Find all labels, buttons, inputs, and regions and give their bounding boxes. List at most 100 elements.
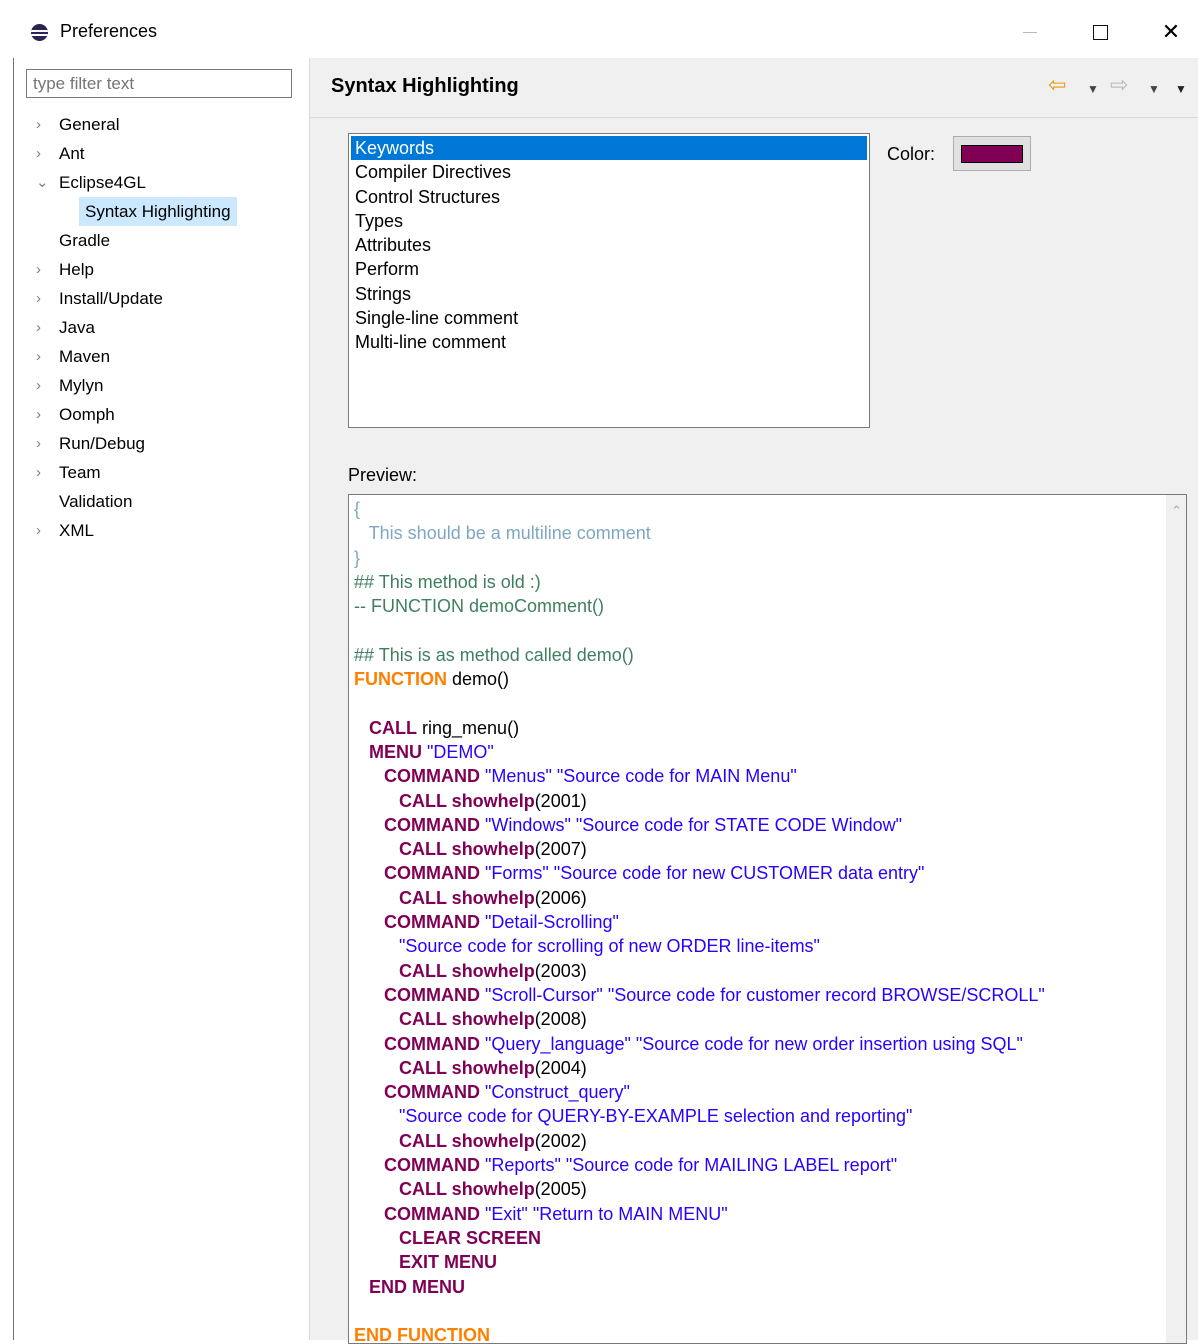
tree-item-label: XML	[59, 521, 94, 540]
chevron-right-icon[interactable]: ›	[36, 284, 50, 313]
list-item[interactable]: Strings	[351, 282, 867, 306]
list-item[interactable]: Types	[351, 209, 867, 233]
code-token: COMMAND	[384, 984, 481, 1005]
back-dropdown-icon[interactable]: ▼	[1087, 82, 1099, 96]
code-line: END FUNCTION	[354, 1323, 1045, 1343]
tree-item-xml[interactable]: › XML	[14, 516, 310, 545]
back-arrow-icon[interactable]: ⇦	[1048, 72, 1066, 98]
code-line: CALL showhelp(2001)	[354, 789, 1045, 813]
list-item[interactable]: Keywords	[351, 136, 867, 161]
tree-item-validation[interactable]: Validation	[14, 487, 310, 516]
code-line: CALL ring_menu()	[354, 716, 1045, 740]
code-token: "Scroll-Cursor" "Source code for custome…	[485, 984, 1045, 1005]
chevron-right-icon[interactable]: ›	[36, 400, 50, 429]
code-line: "Source code for QUERY-BY-EXAMPLE select…	[354, 1104, 1045, 1128]
chevron-down-icon[interactable]: ⌄	[36, 168, 50, 197]
chevron-right-icon[interactable]: ›	[36, 458, 50, 487]
chevron-right-icon[interactable]: ›	[36, 139, 50, 168]
maximize-icon	[1092, 24, 1108, 40]
chevron-right-icon[interactable]: ›	[36, 110, 50, 139]
code-token: (2003)	[534, 960, 587, 981]
code-token: CALL showhelp	[399, 1057, 535, 1078]
tree-item-mylyn[interactable]: › Mylyn	[14, 371, 310, 400]
list-item[interactable]: Compiler Directives	[351, 160, 867, 184]
color-label: Color:	[887, 144, 936, 164]
forward-arrow-icon[interactable]: ⇨	[1110, 72, 1128, 98]
code-token: COMMAND	[384, 766, 481, 787]
maximize-button[interactable]	[1077, 14, 1123, 50]
tree-item-general[interactable]: › General	[14, 110, 310, 139]
tree-item-maven[interactable]: › Maven	[14, 342, 310, 371]
close-button[interactable]: ✕	[1148, 14, 1194, 50]
preference-page: Syntax Highlighting ⇦ ▼ ⇨ ▼ ▼ Keywords Co…	[310, 58, 1198, 1344]
list-item[interactable]: Attributes	[351, 233, 867, 257]
code-line: COMMAND "Windows" "Source code for STATE…	[354, 813, 1045, 837]
tree-item-gradle[interactable]: Gradle	[14, 226, 310, 255]
color-picker-button[interactable]	[953, 136, 1031, 171]
tree-item-oomph[interactable]: › Oomph	[14, 400, 310, 429]
tree-item-java[interactable]: › Java	[14, 313, 310, 342]
list-item[interactable]: Single-line comment	[351, 306, 867, 330]
scroll-up-icon[interactable]: ⌃	[1171, 503, 1182, 519]
tree-item-eclipse4gl[interactable]: ⌄ Eclipse4GL	[14, 168, 310, 197]
chevron-right-icon[interactable]: ›	[36, 429, 50, 458]
tree-item-syntax-highlighting[interactable]: Syntax Highlighting	[14, 197, 310, 226]
code-line: CALL showhelp(2005)	[354, 1177, 1045, 1201]
code-token: (2005)	[534, 1179, 587, 1200]
tree-item-help[interactable]: › Help	[14, 255, 310, 284]
code-line: COMMAND "Query_language" "Source code fo…	[354, 1032, 1045, 1056]
tree-item-ant[interactable]: › Ant	[14, 139, 310, 168]
list-item[interactable]: Control Structures	[351, 185, 867, 209]
chevron-right-icon[interactable]: ›	[36, 313, 50, 342]
view-menu-icon[interactable]: ▼	[1175, 82, 1187, 96]
tree-item-label: Maven	[59, 347, 111, 366]
code-token: "Reports" "Source code for MAILING LABEL…	[485, 1155, 898, 1176]
syntax-elements-list[interactable]: Keywords Compiler Directives Control Struc…	[348, 133, 870, 428]
code-line: }	[354, 546, 1045, 570]
code-token: (2006)	[534, 887, 587, 908]
tree-item-install-update[interactable]: › Install/Update	[14, 284, 310, 313]
tree-item-run-debug[interactable]: › Run/Debug	[14, 429, 310, 458]
code-token: COMMAND	[384, 1203, 481, 1224]
tree-item-label: Java	[59, 318, 95, 337]
minimize-button[interactable]	[1007, 14, 1053, 50]
code-line: -- FUNCTION demoComment()	[354, 594, 1045, 618]
code-token: "Construct_query"	[485, 1082, 630, 1103]
tree-item-label: Mylyn	[59, 376, 104, 395]
code-token: CALL	[369, 717, 418, 738]
chevron-right-icon[interactable]: ›	[36, 516, 50, 545]
forward-dropdown-icon[interactable]: ▼	[1148, 82, 1160, 96]
tree-item-label: Ant	[59, 144, 85, 163]
chevron-right-icon[interactable]: ›	[36, 255, 50, 284]
tree-item-label: Oomph	[59, 405, 115, 424]
list-item[interactable]: Perform	[351, 257, 867, 281]
vertical-scrollbar[interactable]: ⌃	[1166, 495, 1186, 1343]
code-line: CALL showhelp(2008)	[354, 1007, 1045, 1031]
preview-editor[interactable]: { This should be a multiline comment} ## …	[348, 494, 1187, 1344]
code-token: demo()	[447, 669, 510, 690]
tree-item-team[interactable]: › Team	[14, 458, 310, 487]
code-token: COMMAND	[384, 814, 481, 835]
chevron-right-icon[interactable]: ›	[36, 371, 50, 400]
list-item[interactable]: Multi-line comment	[351, 330, 867, 354]
filter-input[interactable]	[26, 69, 292, 98]
code-line: END MENU	[354, 1275, 1045, 1299]
code-line: COMMAND "Menus" "Source code for MAIN Me…	[354, 764, 1045, 788]
code-token: END MENU	[369, 1276, 466, 1297]
preference-tree: › General › Ant ⌄ Eclipse4GL Syntax Highlighti…	[14, 110, 310, 545]
chevron-right-icon[interactable]: ›	[36, 342, 50, 371]
code-token: EXIT MENU	[399, 1252, 498, 1273]
